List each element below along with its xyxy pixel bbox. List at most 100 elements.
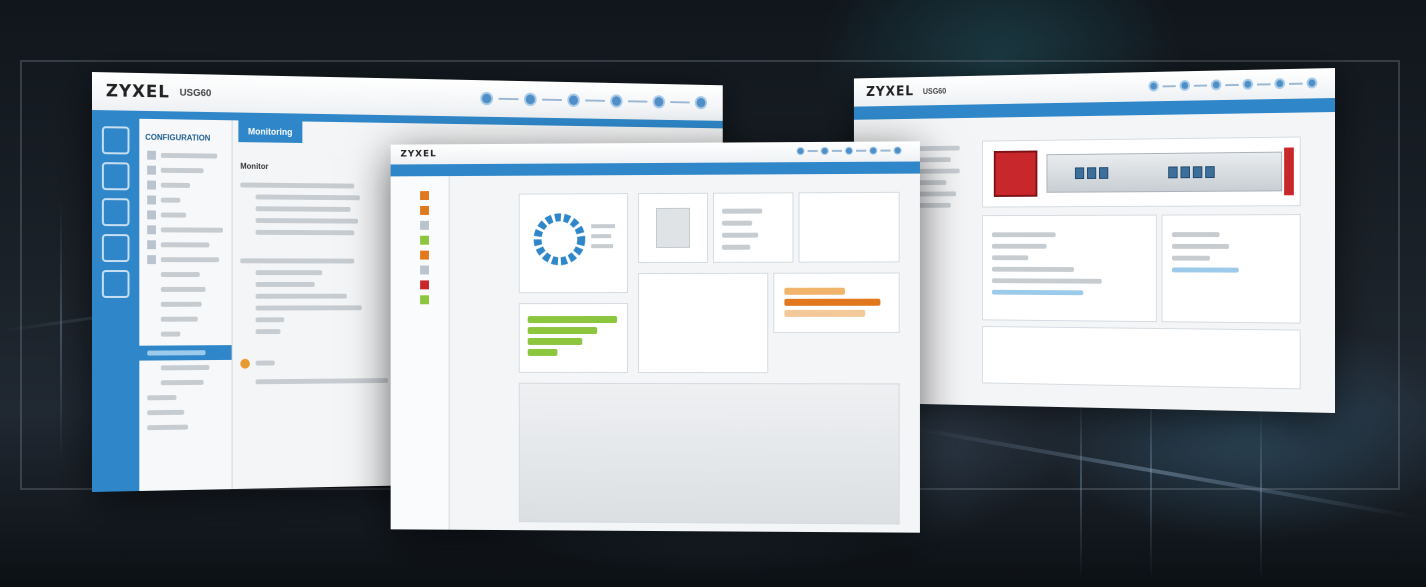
step-dot[interactable] <box>1242 78 1254 90</box>
sidebar-item[interactable] <box>391 203 449 218</box>
sidebar-item-selected[interactable] <box>139 345 232 361</box>
step-dot[interactable] <box>523 92 537 107</box>
sidebar-item[interactable] <box>139 360 231 376</box>
sidebar-item[interactable] <box>139 148 231 164</box>
bottom-panel <box>982 326 1301 390</box>
line-placeholder <box>255 317 285 323</box>
chart-bar <box>527 337 583 345</box>
line-placeholder <box>255 218 359 224</box>
step-dot[interactable] <box>652 95 666 109</box>
port[interactable] <box>1180 166 1190 179</box>
chart-bar <box>527 327 598 335</box>
port[interactable] <box>1168 166 1178 179</box>
brand-logo: ZYXEL <box>400 149 437 160</box>
step-dot[interactable] <box>480 91 494 106</box>
port[interactable] <box>1086 167 1097 179</box>
step-dot[interactable] <box>1210 79 1222 91</box>
icon-rail <box>92 118 140 492</box>
step-dot[interactable] <box>694 95 708 110</box>
sidebar-item[interactable] <box>139 267 231 282</box>
device-panel <box>982 136 1301 208</box>
sidebar-item[interactable] <box>139 207 231 222</box>
sidebar-item[interactable] <box>139 177 231 193</box>
sidebar-item[interactable] <box>391 188 449 203</box>
donut-chart <box>520 194 616 294</box>
line-placeholder <box>255 282 315 287</box>
step-dot[interactable] <box>893 146 902 155</box>
port[interactable] <box>1098 167 1109 179</box>
sidebar-item[interactable] <box>139 375 231 391</box>
step-dot[interactable] <box>1274 78 1286 90</box>
step-dot[interactable] <box>610 94 623 108</box>
sidebar-item[interactable] <box>139 192 231 208</box>
info-panel <box>1161 214 1301 324</box>
port[interactable] <box>1192 166 1203 179</box>
sidebar-item[interactable] <box>139 237 231 252</box>
sidebar-item[interactable] <box>139 163 231 179</box>
tab-monitoring[interactable]: Monitoring <box>238 120 302 143</box>
sidebar-item[interactable] <box>391 233 449 248</box>
step-dot[interactable] <box>820 146 829 156</box>
monitor-icon[interactable] <box>101 126 130 155</box>
sidebar <box>390 176 450 530</box>
chart-bar <box>527 316 618 324</box>
content-area <box>518 382 900 525</box>
step-dot[interactable] <box>844 146 854 155</box>
chart-bar <box>784 309 866 317</box>
step-dot[interactable] <box>567 93 580 108</box>
settings-icon[interactable] <box>101 162 130 191</box>
search-icon[interactable] <box>101 198 130 227</box>
sidebar-item[interactable] <box>139 297 231 312</box>
step-dot[interactable] <box>1179 79 1190 91</box>
sidebar-item[interactable] <box>391 292 449 307</box>
info-panel <box>982 214 1157 323</box>
line-placeholder <box>255 378 388 385</box>
chart-bar <box>784 298 881 306</box>
users-icon[interactable] <box>101 270 130 298</box>
dashboard-widget <box>638 272 769 374</box>
gear-icon[interactable] <box>101 234 130 263</box>
bar-chart-widget <box>773 272 900 333</box>
line-placeholder <box>255 206 351 212</box>
center-window: ZYXEL <box>390 141 920 533</box>
line-placeholder <box>255 293 347 299</box>
line-placeholder <box>255 329 281 335</box>
dashboard-widget <box>518 193 629 294</box>
device-front <box>993 150 1038 197</box>
sidebar-item[interactable] <box>391 218 449 233</box>
port[interactable] <box>1074 167 1085 180</box>
chart-bar <box>784 287 845 295</box>
step-indicator <box>796 146 902 156</box>
brand-logo: ZYXEL <box>866 83 915 100</box>
warning-icon <box>240 358 250 369</box>
step-dot[interactable] <box>869 146 878 155</box>
line-placeholder <box>255 194 360 201</box>
model-label: USG60 <box>179 87 212 99</box>
line-placeholder <box>255 305 362 311</box>
sidebar-item[interactable] <box>139 389 231 405</box>
sidebar: CONFIGURATION <box>139 118 233 492</box>
line-placeholder <box>240 182 355 189</box>
sidebar-item[interactable] <box>139 404 231 420</box>
step-dot[interactable] <box>1306 77 1318 89</box>
step-dot[interactable] <box>1148 80 1159 92</box>
port[interactable] <box>1205 166 1215 179</box>
sidebar-item[interactable] <box>139 222 231 237</box>
sidebar-item[interactable] <box>391 263 449 278</box>
device-end <box>1284 147 1294 196</box>
sidebar-item[interactable] <box>139 312 231 327</box>
device-ports <box>1046 151 1283 193</box>
bar-chart-widget <box>518 303 629 373</box>
sidebar-item[interactable] <box>139 282 231 297</box>
sidebar-item[interactable] <box>139 326 231 341</box>
dashboard-widget <box>638 192 709 264</box>
sidebar-item[interactable] <box>391 277 449 292</box>
sidebar-item[interactable] <box>139 419 231 435</box>
line-placeholder <box>255 270 323 276</box>
sidebar-item[interactable] <box>139 252 231 267</box>
brand-logo: ZYXEL <box>105 81 170 103</box>
sidebar-title: CONFIGURATION <box>145 132 211 143</box>
chart-bar <box>527 348 558 356</box>
step-dot[interactable] <box>796 147 805 156</box>
sidebar-item[interactable] <box>391 248 449 263</box>
